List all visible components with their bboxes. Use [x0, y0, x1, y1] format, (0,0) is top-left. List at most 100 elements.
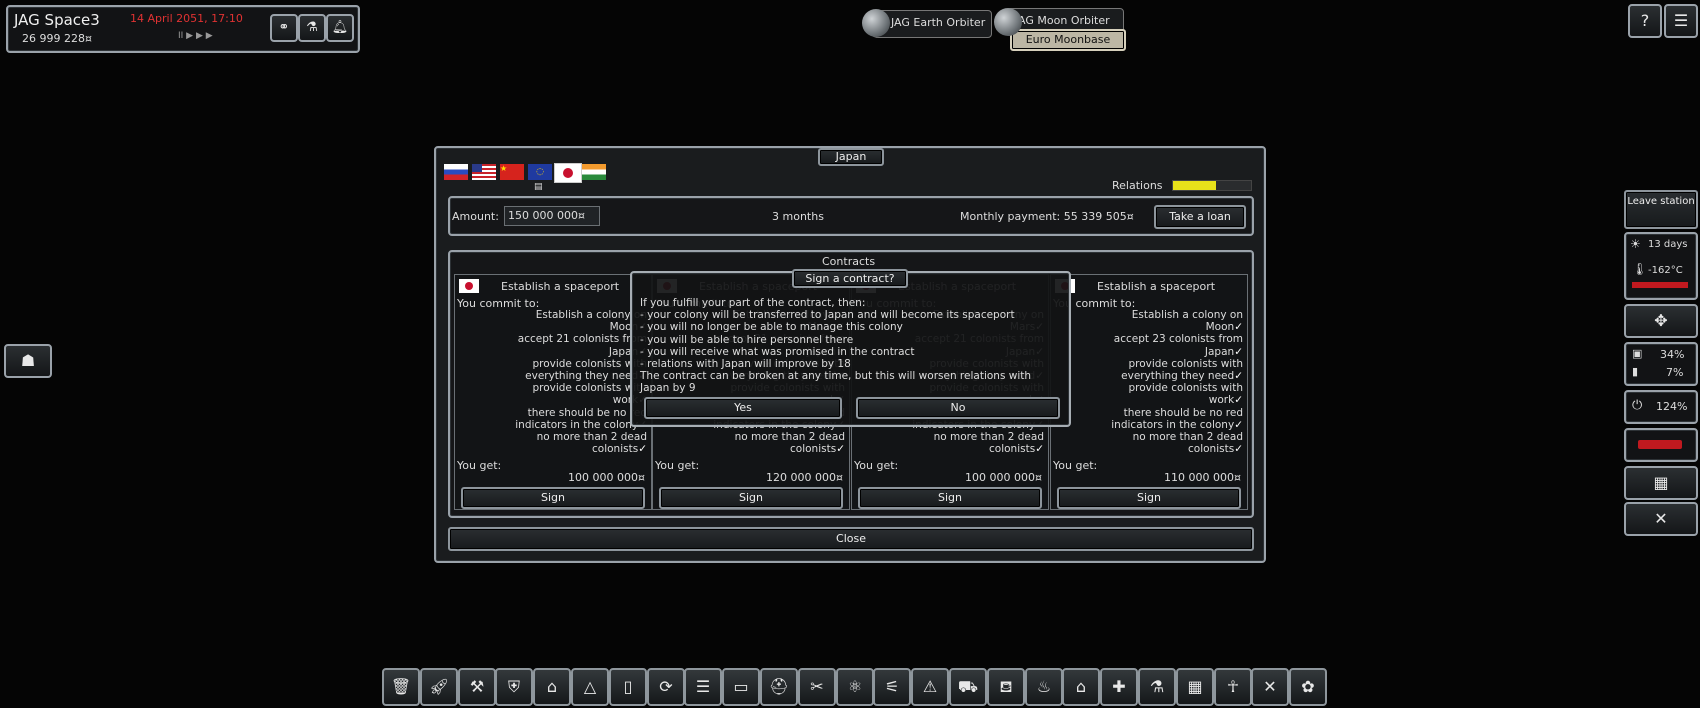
dialog-line: The contract can be broken at any time, …	[640, 370, 1032, 383]
contract-card: Establish a spaceportYou commit to:Estab…	[454, 274, 652, 510]
alert-indicator	[1638, 440, 1682, 449]
telescope-icon[interactable]: ⚟	[873, 668, 911, 706]
requirement-line: no more than 2 dead	[734, 431, 845, 443]
no-button[interactable]: No	[856, 397, 1060, 419]
tools-icon[interactable]: ✂	[798, 668, 836, 706]
requirement-line: Moon✓	[1205, 321, 1243, 334]
building-icon[interactable]: ▦	[1624, 466, 1698, 500]
requirement-line: colonists✓	[1188, 443, 1243, 456]
yes-button[interactable]: Yes	[644, 397, 842, 419]
requirement-line: indicators in the colony✓	[1111, 418, 1243, 431]
helmet-icon[interactable]: ⛑	[760, 668, 798, 706]
station-hud: JAG Space3 14 April 2051, 17:10 26 999 2…	[6, 5, 360, 53]
requirement-line: colonists✓	[790, 443, 845, 456]
toilet-icon[interactable]: ♨	[1025, 668, 1063, 706]
speed-controls[interactable]: II ▶ ▶ ▶	[178, 31, 213, 41]
relations-bar	[1172, 180, 1252, 191]
signpost-icon[interactable]: ☰	[684, 668, 722, 706]
amount-label: Amount:	[452, 210, 499, 223]
flag-usa-icon[interactable]	[472, 164, 496, 180]
computer-icon[interactable]: ▦	[1176, 668, 1214, 706]
sign-contract-dialog: Sign a contract? If you fulfill your par…	[630, 269, 1071, 427]
station-name[interactable]: JAG Space3	[14, 11, 100, 29]
temperature: -162°C	[1648, 265, 1683, 276]
help-icon[interactable]: ?	[1628, 4, 1662, 38]
menu-icon[interactable]: ☰	[1664, 4, 1698, 38]
shield-icon[interactable]: ⛨	[495, 668, 533, 706]
trash-icon[interactable]: 🗑︎	[382, 668, 420, 706]
thermometer-icon: 🌡︎	[1632, 262, 1648, 276]
earth-orbiter-label: JAG Earth Orbiter	[891, 16, 986, 29]
medical-icon[interactable]: ✚	[1100, 668, 1138, 706]
door-icon[interactable]: ▯	[609, 668, 647, 706]
flag-china-icon[interactable]: ★	[500, 164, 524, 180]
environment-panel: ☀ 13 days 🌡︎ -162°C	[1624, 232, 1698, 300]
battery-icon: ▮	[1632, 365, 1639, 378]
requirement-line: no more than 2 dead	[933, 431, 1044, 443]
flag-russia-icon[interactable]	[444, 164, 468, 180]
requirement-line: no more than 2 dead	[536, 431, 647, 443]
requirement-line: accept 23 colonists from	[1113, 333, 1243, 346]
vehicle-icon[interactable]: ⛟	[949, 668, 987, 706]
cutlery-icon[interactable]: ✕	[1251, 668, 1289, 706]
bed-icon[interactable]: ⛾	[987, 668, 1025, 706]
sign-button[interactable]: Sign	[858, 487, 1042, 509]
tent-icon[interactable]: △	[571, 668, 609, 706]
moon-orbiter-label: JAG Moon Orbiter	[1015, 14, 1110, 27]
meditation-icon[interactable]: ☥	[1214, 668, 1252, 706]
get-label: You get:	[1053, 459, 1098, 472]
dialog-line: If you fulfill your part of the contract…	[640, 297, 866, 309]
loan-duration[interactable]: 3 months	[772, 210, 824, 223]
reward-value: 120 000 000¤	[766, 471, 843, 484]
earth-globe-icon	[862, 9, 890, 37]
power-panel[interactable]: ⏻ 124%	[1624, 390, 1698, 424]
japan-flag-icon	[459, 279, 479, 293]
close-button[interactable]: Close	[448, 527, 1254, 551]
selected-flag-marker-icon: ▤	[534, 182, 543, 192]
crane-icon[interactable]: ⚒	[458, 668, 496, 706]
dialog-line: Japan by 9	[640, 382, 696, 395]
lab-icon[interactable]: ⚗	[1138, 668, 1176, 706]
dialog-line: - your colony will be transferred to Jap…	[640, 309, 1015, 322]
flag-japan-icon[interactable]	[554, 163, 582, 183]
build-tools-icon[interactable]: ✕	[1624, 502, 1698, 536]
money-display: 26 999 228¤	[22, 32, 92, 45]
dialog-line: - relations with Japan will improve by 1…	[640, 358, 851, 370]
requirement-line: Establish a colony on	[1131, 309, 1243, 321]
atom-icon[interactable]: ⚛	[836, 668, 874, 706]
flag-eu-icon[interactable]: ◌	[528, 164, 552, 180]
check-icon: ✓	[1035, 443, 1044, 456]
colonists-icon[interactable]: ☗	[4, 344, 52, 378]
flag-india-icon[interactable]	[582, 164, 606, 180]
house-icon[interactable]: ⌂	[533, 668, 571, 706]
monthly-payment: Monthly payment: 55 339 505¤	[960, 210, 1134, 223]
sprout-icon[interactable]: ✿	[1289, 668, 1327, 706]
requirement-line: provide colonists with	[1128, 382, 1243, 395]
amount-input[interactable]: 150 000 000¤	[504, 206, 600, 226]
euro-moonbase-tab[interactable]: Euro Moonbase	[1010, 29, 1126, 51]
sign-button[interactable]: Sign	[659, 487, 843, 509]
game-date: 14 April 2051, 17:10	[130, 12, 243, 25]
dialog-line: - you will be able to hire personnel the…	[640, 333, 854, 346]
storage-icon: ▣	[1632, 347, 1643, 360]
sign-button[interactable]: Sign	[461, 487, 645, 509]
warning-icon[interactable]: ⚠	[911, 668, 949, 706]
cycle-icon[interactable]: ⟳	[647, 668, 685, 706]
get-label: You get:	[457, 459, 502, 472]
leave-station-button[interactable]: Leave station	[1624, 190, 1698, 229]
sign-button[interactable]: Sign	[1057, 487, 1241, 509]
contract-title: Establish a spaceport	[501, 280, 620, 293]
amount-value: 150 000 000¤	[508, 209, 585, 222]
get-label: You get:	[854, 459, 899, 472]
get-label: You get:	[655, 459, 700, 472]
bell-icon[interactable]: 🔔︎	[326, 14, 354, 42]
rocket-icon[interactable]: 🚀︎	[420, 668, 458, 706]
flask-icon[interactable]: ⚗	[298, 14, 326, 42]
dialog-line: - you will receive what was promised in …	[640, 345, 915, 358]
move-icon[interactable]: ✥	[1624, 304, 1698, 338]
alert-panel[interactable]	[1624, 428, 1698, 462]
take-loan-button[interactable]: Take a loan	[1154, 205, 1246, 229]
handshake-icon[interactable]: ⚭	[270, 14, 298, 42]
container-icon[interactable]: ▭	[722, 668, 760, 706]
building-icon[interactable]: ⌂	[1062, 668, 1100, 706]
